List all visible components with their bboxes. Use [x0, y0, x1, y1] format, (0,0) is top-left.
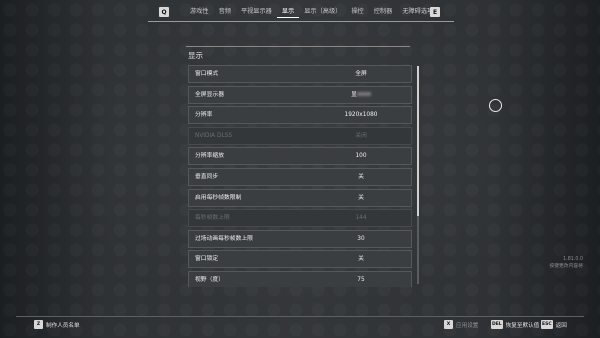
scrollbar[interactable] — [417, 66, 419, 284]
setting-label: NVIDIA DLSS — [195, 132, 233, 139]
setting-label: 过场动画每秒帧数上限 — [195, 235, 253, 242]
setting-value: 75 — [357, 276, 365, 283]
setting-row[interactable]: 视野（度） 75 — [188, 270, 412, 287]
back-button[interactable]: ESC 返回 — [541, 320, 567, 329]
setting-row[interactable]: 分辨率 1920x1080 — [188, 106, 412, 125]
settings-tabs: 游戏性 音频 平视显示器 显示 显示（高级） 操控 控制器 无障碍选项 — [185, 6, 438, 18]
setting-row[interactable]: 窗口模式 全屏 — [188, 65, 412, 83]
credits-label: 制作人员名单 — [46, 322, 80, 329]
setting-value: 1920x1080 — [344, 112, 378, 119]
setting-label: 窗口锁定 — [195, 256, 219, 263]
back-label: 返回 — [555, 322, 567, 329]
setting-label: 每秒帧数上限 — [195, 215, 230, 222]
next-tab-key[interactable]: E — [430, 7, 440, 17]
credits-button[interactable]: Z 制作人员名单 — [34, 320, 80, 329]
hint-text: 1.81.0.0 按键更改内容将 — [549, 256, 583, 270]
cursor-ring-icon — [489, 99, 502, 112]
prev-tab-key[interactable]: Q — [159, 7, 169, 17]
setting-row[interactable]: 全屏显示器 显 — [188, 85, 412, 104]
blurred-value — [356, 92, 371, 97]
apply-settings-button[interactable]: X 应用设置 — [444, 320, 478, 329]
credits-key: Z — [34, 320, 43, 329]
panel-title: 显示 — [188, 51, 203, 60]
setting-label: 分辨率 — [195, 112, 213, 119]
setting-row: 每秒帧数上限 144 — [188, 209, 412, 228]
setting-value: 关 — [358, 194, 364, 201]
setting-row[interactable]: 过场动画每秒帧数上限 30 — [188, 229, 412, 248]
apply-key: X — [444, 320, 453, 329]
version-text: 1.81.0.0 — [563, 257, 583, 262]
setting-label: 分辨率缩放 — [195, 153, 224, 160]
setting-value: 关 — [358, 256, 364, 263]
setting-value: 144 — [355, 215, 367, 222]
top-navigation: Q 游戏性 音频 平视显示器 显示 显示（高级） 操控 控制器 无障碍选项 E — [0, 0, 600, 24]
scroll-thumb[interactable] — [417, 66, 419, 216]
setting-value: 全屏 — [355, 71, 367, 77]
setting-label: 窗口模式 — [195, 71, 219, 77]
setting-value: 30 — [357, 235, 365, 242]
setting-label: 垂直同步 — [195, 173, 219, 180]
tab-item[interactable]: 控制器 — [369, 6, 398, 18]
tab-item[interactable]: 游戏性 — [185, 6, 214, 18]
back-key: ESC — [541, 320, 553, 329]
setting-label: 启用每秒帧数限制 — [195, 194, 242, 201]
setting-row[interactable]: 垂直同步 关 — [188, 167, 412, 186]
tab-item[interactable]: 显示（高级） — [299, 6, 346, 18]
nav-divider — [148, 21, 454, 22]
setting-label: 视野（度） — [195, 276, 224, 283]
setting-label: 全屏显示器 — [195, 91, 224, 98]
setting-value: 关闭 — [355, 132, 367, 139]
reset-key: DEL — [491, 320, 503, 329]
setting-row[interactable]: 分辨率缩放 100 — [188, 147, 412, 166]
setting-value: 显 — [341, 87, 381, 103]
tab-item[interactable]: 平视显示器 — [236, 6, 277, 18]
tab-item[interactable]: 显示 — [276, 6, 300, 18]
bottom-divider — [16, 316, 584, 317]
setting-value: 100 — [355, 153, 367, 160]
settings-list: 窗口模式 全屏 全屏显示器显分辨率 1920x1080 NVIDIA DLSS 关闭 分辨率… — [188, 65, 412, 287]
tab-item[interactable]: 操控 — [346, 6, 368, 18]
apply-label: 应用设置 — [456, 322, 479, 329]
setting-row: NVIDIA DLSS 关闭 — [188, 126, 412, 145]
setting-row[interactable]: 窗口锁定 关 — [188, 250, 412, 269]
reset-label: 恢复至默认值 — [505, 322, 540, 329]
tab-item[interactable]: 音频 — [214, 6, 236, 18]
panel-top-divider — [186, 46, 410, 47]
setting-value: 关 — [358, 173, 364, 180]
setting-row[interactable]: 启用每秒帧数限制 关 — [188, 188, 412, 207]
hint-line: 按键更改内容将 — [549, 264, 583, 269]
reset-defaults-button[interactable]: DEL 恢复至默认值 — [491, 320, 539, 329]
